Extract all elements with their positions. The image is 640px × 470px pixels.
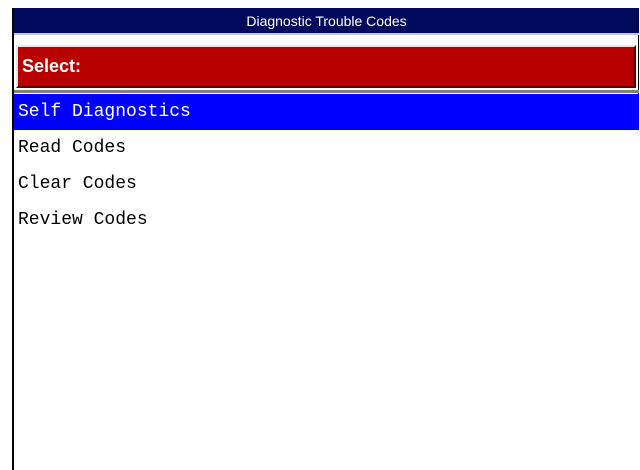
- window-title-bar: Diagnostic Trouble Codes: [14, 8, 639, 35]
- menu-item-self-diagnostics[interactable]: Self Diagnostics: [14, 94, 639, 130]
- menu-item-label: Read Codes: [18, 138, 127, 158]
- menu-item-clear-codes[interactable]: Clear Codes: [14, 166, 639, 202]
- window-title: Diagnostic Trouble Codes: [246, 12, 407, 29]
- menu-item-label: Self Diagnostics: [18, 102, 191, 122]
- menu-item-label: Review Codes: [18, 210, 148, 230]
- menu-item-label: Clear Codes: [18, 174, 137, 194]
- select-prompt-bar: Select:: [16, 45, 636, 88]
- menu-item-read-codes[interactable]: Read Codes: [14, 130, 639, 166]
- diagnostic-window: Diagnostic Trouble Codes Select: Self Di…: [12, 8, 639, 470]
- select-prompt-label: Select:: [22, 56, 82, 76]
- menu-item-review-codes[interactable]: Review Codes: [14, 202, 639, 238]
- menu-list[interactable]: Self Diagnostics Read Codes Clear Codes …: [14, 94, 639, 470]
- divider: [14, 90, 639, 93]
